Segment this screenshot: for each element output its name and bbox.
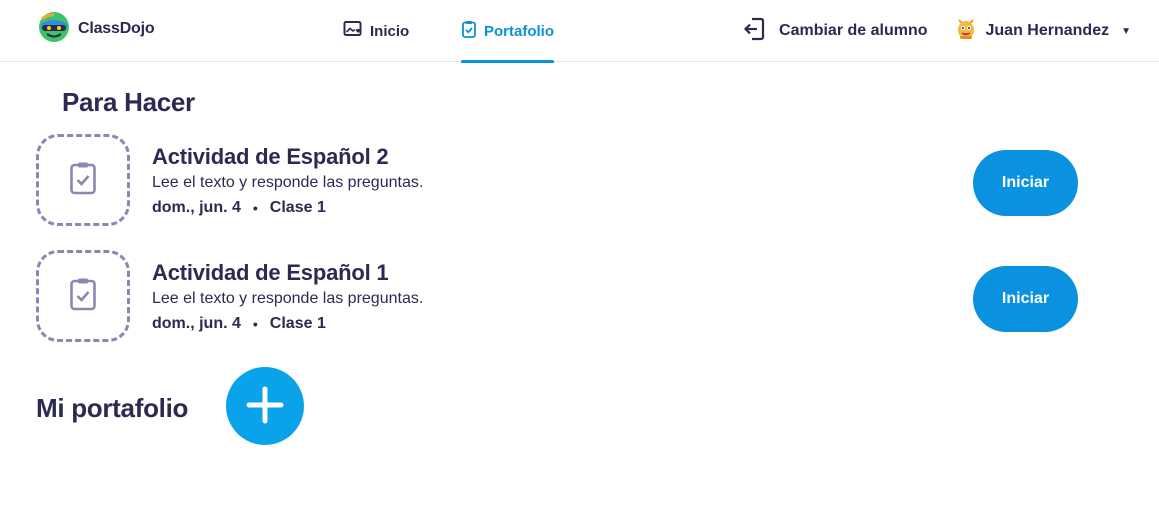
task-date: dom., jun. 4 <box>152 315 241 332</box>
task-description: Lee el texto y responde las preguntas. <box>152 174 424 191</box>
monster-avatar-icon <box>956 18 976 45</box>
todo-item: Actividad de Español 2 Lee el texto y re… <box>36 134 1126 226</box>
task-text: Actividad de Español 1 Lee el texto y re… <box>152 260 423 335</box>
task-meta: dom., jun. 4 • Clase 1 <box>152 313 423 335</box>
clipboard-check-icon <box>69 277 97 316</box>
task-meta: dom., jun. 4 • Clase 1 <box>152 197 423 219</box>
top-bar: ClassDojo Inicio Portafolio Cambiar de a… <box>0 0 1159 63</box>
add-portfolio-button[interactable] <box>226 367 304 445</box>
task-date: dom., jun. 4 <box>152 199 241 216</box>
task-icon-box <box>36 250 130 342</box>
tab-label: Portafolio <box>484 22 554 40</box>
task-class: Clase 1 <box>269 315 326 332</box>
meta-separator: • <box>252 200 258 216</box>
tab-label: Inicio <box>370 22 410 40</box>
caret-down-icon: ▼ <box>1121 25 1131 37</box>
exit-door-icon <box>743 17 765 46</box>
portfolio-section-title: Mi portafolio <box>36 393 189 423</box>
clipboard-check-icon <box>461 20 477 42</box>
task-title: Actividad de Español 2 <box>152 144 389 169</box>
todo-section-title: Para Hacer <box>62 87 195 117</box>
tab-inicio[interactable]: Inicio <box>343 0 409 62</box>
tab-portafolio[interactable]: Portafolio <box>461 0 554 63</box>
brand-name: ClassDojo <box>78 20 155 37</box>
start-button[interactable]: Iniciar <box>973 266 1078 332</box>
classdojo-logo-icon <box>38 11 70 48</box>
header-actions: Cambiar de alumno Juan Hernandez ▼ <box>743 0 1131 62</box>
task-text: Actividad de Español 2 Lee el texto y re… <box>152 144 423 219</box>
clipboard-check-icon <box>69 161 97 200</box>
switch-student-button[interactable]: Cambiar de alumno <box>743 17 928 46</box>
task-class: Clase 1 <box>269 199 326 216</box>
photo-heart-icon <box>343 20 363 42</box>
plus-icon <box>245 385 285 428</box>
meta-separator: • <box>252 316 258 332</box>
start-button[interactable]: Iniciar <box>973 150 1078 216</box>
brand[interactable]: ClassDojo <box>38 11 155 48</box>
switch-student-label: Cambiar de alumno <box>779 22 928 39</box>
task-icon-box <box>36 134 130 226</box>
user-name: Juan Hernandez <box>985 22 1110 39</box>
task-title: Actividad de Español 1 <box>152 260 389 285</box>
todo-item: Actividad de Español 1 Lee el texto y re… <box>36 250 1126 342</box>
user-menu[interactable]: Juan Hernandez ▼ <box>956 18 1131 45</box>
task-description: Lee el texto y responde las preguntas. <box>152 290 424 307</box>
